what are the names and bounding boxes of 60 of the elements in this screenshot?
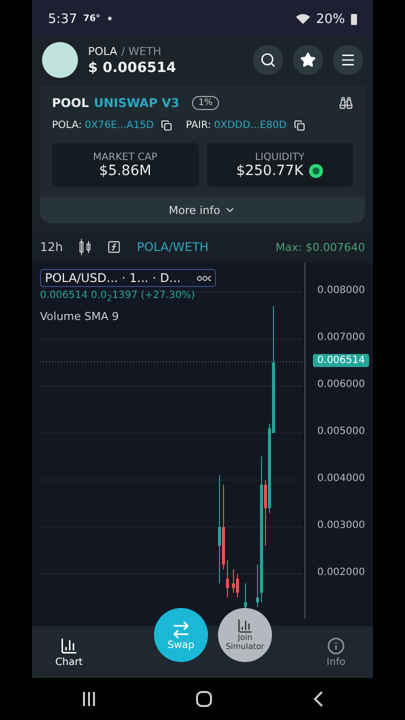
recent-apps-icon[interactable] [82, 692, 96, 706]
more-icon[interactable] [196, 276, 211, 280]
back-icon[interactable] [312, 691, 323, 707]
menu-button[interactable] [333, 45, 363, 75]
axis-label: 0.006000 [317, 379, 365, 390]
growth-chart-icon [237, 618, 253, 634]
fee-badge: 1% [192, 96, 219, 110]
dex-name: UNISWAP V3 [94, 96, 180, 110]
stat-value: $5.86M [99, 162, 152, 178]
stat-label: LIQUIDITY [254, 152, 305, 162]
legend-box[interactable]: POLA/USD... · 1... · D... [40, 269, 216, 287]
address-link[interactable]: 0X76E...A15D [84, 120, 154, 131]
nav-tab[interactable]: Chart [44, 636, 94, 668]
wifi-icon [296, 14, 310, 24]
copy-icon[interactable] [160, 120, 172, 131]
star-icon [300, 52, 316, 68]
legend-quote: 0.006514 0.0$_{2}$1397 (+27.30%) [40, 290, 196, 303]
candles-icon[interactable] [78, 239, 91, 255]
nav-tab[interactable]: Info [311, 636, 361, 668]
axis-label: 0.008000 [317, 285, 365, 296]
battery-icon [351, 14, 357, 24]
stat-value: $250.77K [236, 162, 304, 178]
axis-label: 0.005000 [317, 426, 365, 437]
info-icon [327, 636, 345, 654]
axis-label: 0.004000 [317, 473, 365, 484]
status-dot: • [106, 12, 114, 26]
copy-icon[interactable] [294, 120, 305, 131]
favorite-button[interactable] [293, 45, 323, 75]
max-price: Max: $0.007640 [276, 240, 365, 254]
indicators-icon[interactable] [106, 240, 121, 254]
chart-icon [60, 636, 78, 654]
axis-label: 0.003000 [317, 520, 365, 531]
menu-icon [340, 52, 356, 68]
legend-title: POLA/USD... · 1... · D... [45, 271, 181, 285]
lock-badge-icon [309, 164, 324, 178]
temperature: 76° [83, 14, 100, 24]
base-token: POLA [88, 44, 118, 58]
search-icon [260, 52, 276, 68]
stat-label: MARKET CAP [93, 152, 158, 162]
interval-button[interactable]: 12h [40, 240, 63, 254]
last-price-tag: 0.006514 [313, 354, 369, 367]
battery-level: 20% [316, 12, 345, 26]
status-time: 5:37 [48, 12, 78, 26]
quote-token: / WETH [121, 44, 162, 58]
axis-label: 0.007000 [317, 332, 365, 343]
pair-label: POLA/WETH [136, 240, 209, 254]
home-icon[interactable] [196, 691, 212, 707]
axis-label: 0.002000 [317, 567, 365, 578]
address-label: POLA: [52, 120, 82, 131]
token-price: $ 0.006514 [88, 60, 178, 76]
pool-label: POOL [52, 96, 89, 110]
binoculars-icon[interactable] [339, 96, 353, 110]
swap-icon [171, 620, 191, 640]
address-link[interactable]: 0XDDD...E80D [214, 120, 287, 131]
address-label: PAIR: [186, 120, 212, 131]
search-button[interactable] [253, 45, 283, 75]
volume-indicator: Volume SMA 9 [40, 310, 120, 323]
simulator-button[interactable]: Join Simulator [218, 608, 272, 662]
more-info-button[interactable]: More info [40, 197, 365, 223]
token-avatar [42, 42, 78, 78]
